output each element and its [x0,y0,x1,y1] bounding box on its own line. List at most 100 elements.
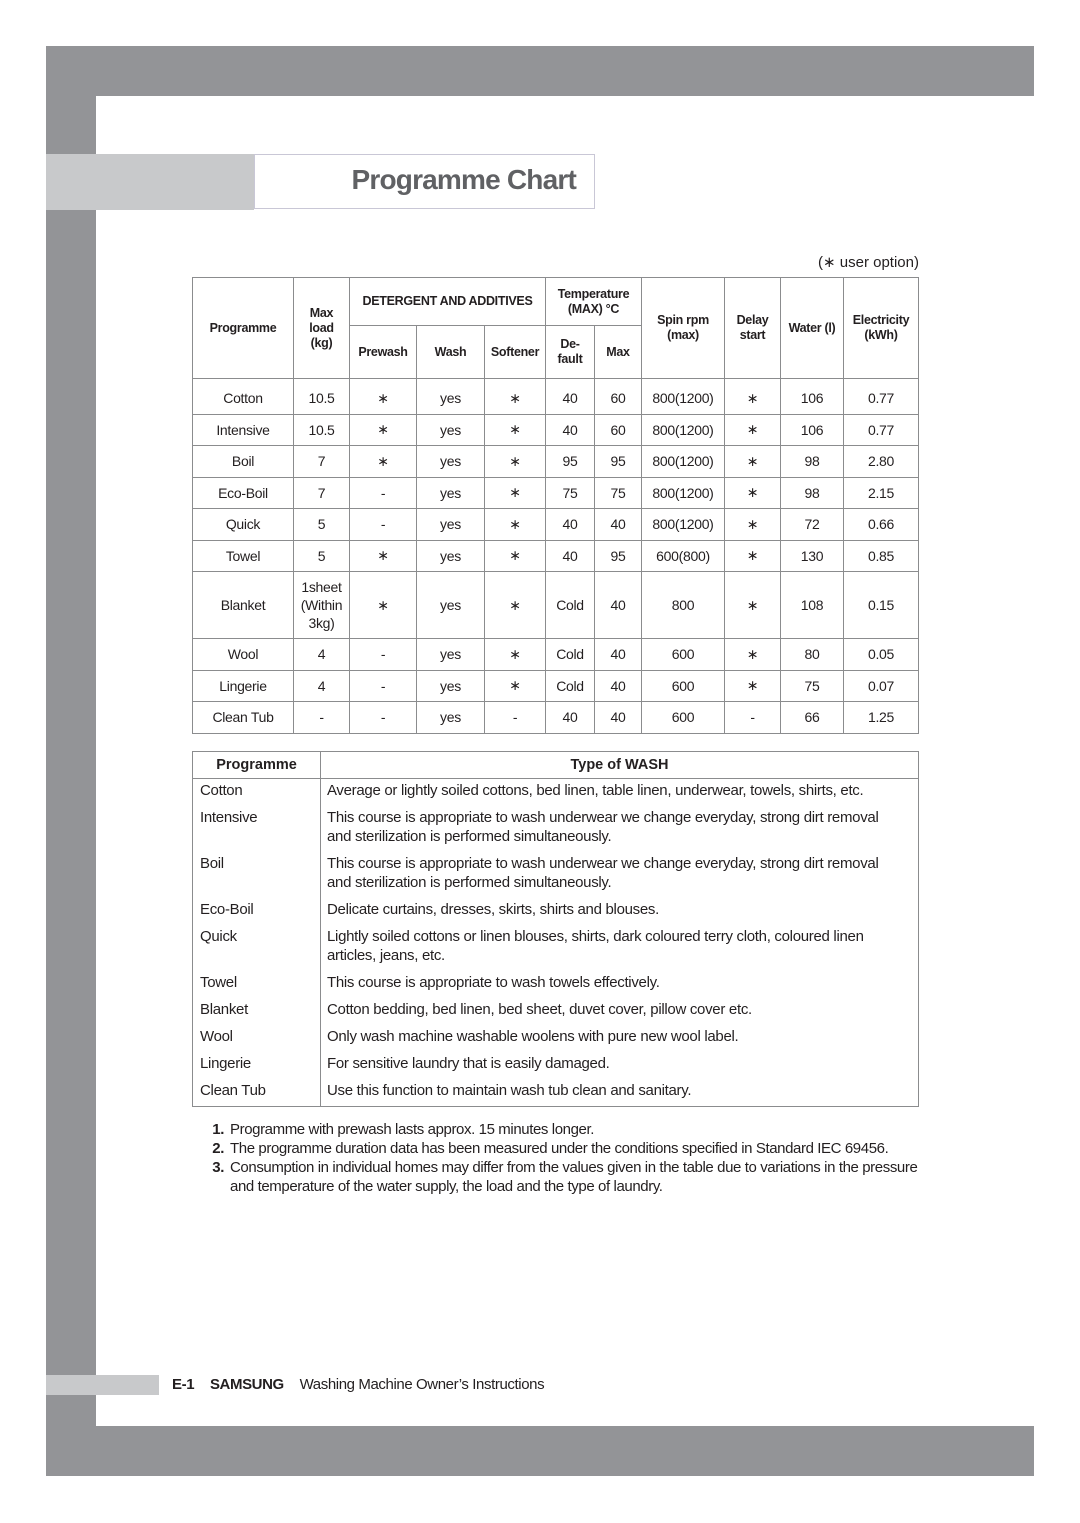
cell-spin: 600 [641,669,725,702]
cell-temp-max: 95 [594,445,642,478]
cell-electricity: 2.15 [843,476,919,509]
wash-description: This course is appropriate to wash under… [327,855,879,891]
cell-wash: yes [416,701,485,734]
cell-temp-max: 40 [594,669,642,702]
wash-description: Delicate curtains, dresses, skirts, shir… [327,901,659,918]
cell-delay: ∗ [724,445,781,478]
wash-description: This course is appropriate to wash under… [327,809,879,845]
cell-delay: ∗ [724,571,781,639]
cell-softener: ∗ [484,378,546,415]
cell-temp-default: 40 [545,701,595,734]
brand-name: SAMSUNG [209,1376,284,1393]
cell-temp-max: 60 [594,413,642,446]
wash-programme: Quick [192,925,321,971]
cell-prewash: - [349,669,417,702]
cell-water: 80 [780,638,844,671]
cell-temp-default: Cold [545,669,595,702]
cell-spin: 800(1200) [641,378,725,415]
programme-table: Programme Max load (kg) DETERGENT AND AD… [192,277,919,734]
cell-load: 5 [293,539,350,572]
cell-softener: ∗ [484,413,546,446]
cell-water: 106 [780,413,844,446]
cell-softener: ∗ [484,571,546,639]
note-item: 3. Consumption in individual homes may di… [192,1158,922,1196]
wash-programme: Towel [192,971,321,998]
cell-load: 5 [293,508,350,541]
cell-delay: ∗ [724,413,781,446]
cell-wash: yes [416,378,485,415]
cell-water: 98 [780,476,844,509]
cell-wash: yes [416,413,485,446]
cell-water: 75 [780,669,844,702]
note-text: Consumption in individual homes may diff… [230,1159,918,1195]
cell-temp-max: 40 [594,701,642,734]
cell-temp-default: 40 [545,378,595,415]
header-temp-max: Max [594,325,642,379]
header-detergent-group: DETERGENT AND ADDITIVES [349,277,546,326]
cell-programme: Towel [192,539,294,572]
cell-load: 10.5 [293,413,350,446]
cell-load: 4 [293,669,350,702]
wash-row: Wool Only wash machine washable woolens w… [192,1025,919,1052]
programme-row: Wool 4- yes ∗ Cold 40 600 ∗ 80 0.05 [192,638,919,671]
header-delay: Delay start [724,277,781,379]
cell-temp-default: 40 [545,508,595,541]
cell-programme: Clean Tub [192,701,294,734]
cell-load: - [293,701,350,734]
programme-row: Eco-Boil 7- yes ∗ 75 75 800(1200) ∗ 98 2.15 [192,476,919,509]
header-temp-default: De-fault [545,325,595,379]
cell-water: 106 [780,378,844,415]
cell-electricity: 0.77 [843,413,919,446]
cell-temp-default: 40 [545,539,595,572]
cell-spin: 800 [641,571,725,639]
programme-row: Clean Tub - - yes -40 40 600-66 1.25 [192,701,919,734]
cell-electricity: 0.07 [843,669,919,702]
cell-softener: - [484,701,546,734]
cell-spin: 800(1200) [641,508,725,541]
programme-row: Blanket 1sheet (Within 3kg) ∗ yes ∗ Cold 40 800… [192,571,919,639]
header-max-load: Max load (kg) [293,277,350,379]
cell-delay: ∗ [724,539,781,572]
programme-row: Cotton 10.5 ∗ yes ∗ 40 60 800(1200) ∗ 106 0.77 [192,378,919,415]
cell-temp-max: 40 [594,508,642,541]
cell-temp-max: 95 [594,539,642,572]
wash-row: Quick Lightly soiled cottons or linen blo… [192,925,919,971]
cell-temp-max: 60 [594,378,642,415]
programme-row: Intensive 10.5 ∗ yes ∗ 40 60 800(1200) ∗ 106 0.77 [192,413,919,446]
cell-delay: ∗ [724,508,781,541]
cell-wash: yes [416,669,485,702]
wash-row: Towel This course is appropriate to wash … [192,971,919,998]
wash-description: Lightly soiled cottons or linen blouses,… [327,928,864,964]
cell-programme: Blanket [192,571,294,639]
cell-temp-default: Cold [545,571,595,639]
wash-row: Eco-Boil Delicate curtains, dresses, skir… [192,898,919,925]
cell-prewash: ∗ [349,413,417,446]
title-box: Programme Chart [254,154,595,209]
cell-spin: 600 [641,701,725,734]
header-spin: Spin rpm (max) [641,277,725,379]
cell-programme: Intensive [192,413,294,446]
cell-load: 1sheet (Within 3kg) [293,571,350,639]
wash-header-programme: Programme [192,751,321,779]
cell-temp-default: 95 [545,445,595,478]
cell-softener: ∗ [484,539,546,572]
page-frame-left [46,96,96,1426]
page-number: E-1 [172,1376,195,1393]
programme-row: Boil 7 ∗ yes ∗ 95 95 800(1200) ∗ 98 2.80 [192,445,919,478]
document-title: Washing Machine Owner’s Instructions [299,1376,545,1393]
wash-description: For sensitive laundry that is easily dam… [327,1055,610,1072]
cell-delay: - [724,701,781,734]
wash-programme: Clean Tub [192,1079,321,1107]
header-softener: Softener [484,325,546,379]
cell-softener: ∗ [484,508,546,541]
cell-electricity: 0.85 [843,539,919,572]
cell-load: 4 [293,638,350,671]
cell-programme: Quick [192,508,294,541]
cell-temp-default: 40 [545,413,595,446]
wash-programme: Cotton [192,778,321,806]
wash-row: Cotton Average or lightly soiled cottons,… [192,778,919,806]
cell-prewash: - [349,508,417,541]
cell-softener: ∗ [484,476,546,509]
wash-programme: Eco-Boil [192,898,321,925]
cell-wash: yes [416,445,485,478]
